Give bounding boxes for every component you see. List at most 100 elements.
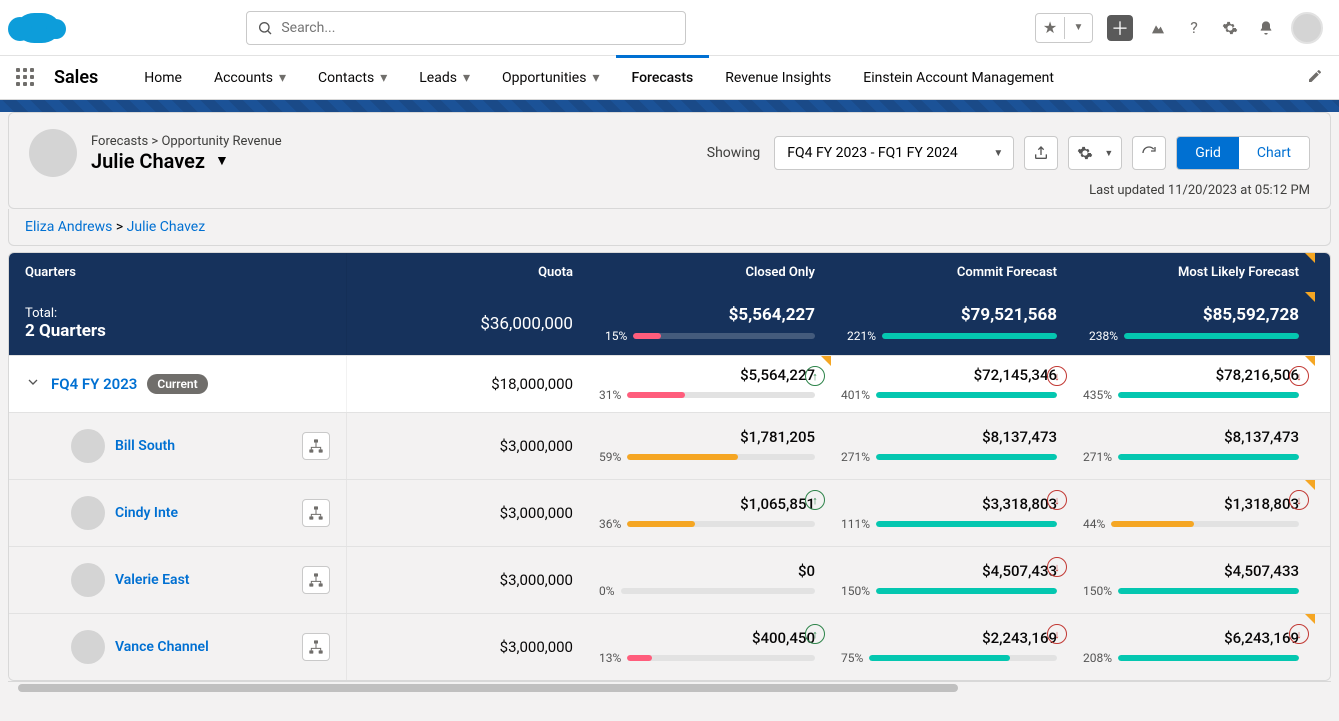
metric-pct: 111% (841, 517, 870, 531)
share-button[interactable] (1024, 136, 1058, 170)
trend-up-icon: ↑ (805, 366, 825, 386)
app-name: Sales (54, 67, 98, 88)
notch-icon (1305, 356, 1315, 366)
notch-icon (1305, 480, 1315, 490)
metric-value: $85,592,728 (1089, 305, 1299, 325)
metric-pct: 435% (1083, 388, 1112, 402)
progress-bar (621, 588, 815, 594)
hierarchy-breadcrumb: Eliza Andrews > Julie Chavez (8, 209, 1331, 246)
trend-down-icon: ↓ (1047, 557, 1067, 577)
metric-pct: 271% (841, 450, 870, 464)
metric-pct: 75% (841, 651, 863, 665)
metric-value: $400,450 (599, 629, 815, 647)
nav-tab-home[interactable]: Home (128, 56, 198, 99)
grid-chart-toggle: Grid Chart (1176, 136, 1310, 170)
metric-value: $4,507,433 (1083, 562, 1299, 580)
global-create-button[interactable]: ＋ (1107, 15, 1133, 41)
nav-tab-opportunities[interactable]: Opportunities▾ (486, 56, 616, 99)
grid-toggle[interactable]: Grid (1177, 137, 1239, 169)
last-updated: Last updated 11/20/2023 at 05:12 PM (29, 183, 1310, 198)
metric-pct: 221% (847, 329, 876, 343)
trailhead-icon[interactable] (1147, 17, 1169, 39)
nav-tab-label: Leads (419, 70, 457, 86)
person-name-link[interactable]: Valerie East (115, 572, 189, 588)
person-quota: $3,000,000 (357, 437, 573, 455)
app-launcher-icon[interactable] (16, 68, 36, 88)
org-chart-button[interactable] (302, 499, 330, 527)
person-name-link[interactable]: Bill South (115, 438, 175, 454)
trend-down-icon: ↓ (1047, 366, 1067, 386)
setup-gear-icon[interactable] (1219, 17, 1241, 39)
salesforce-logo (16, 13, 60, 43)
progress-fill (627, 655, 651, 661)
horizontal-scrollbar[interactable] (8, 681, 1331, 693)
nav-tab-revenue-insights[interactable]: Revenue Insights (709, 56, 847, 99)
search-input[interactable] (281, 20, 675, 36)
trend-up-icon: ↑ (805, 490, 825, 510)
refresh-button[interactable] (1132, 136, 1166, 170)
progress-bar (1118, 655, 1299, 661)
nav-tab-accounts[interactable]: Accounts ▾ (198, 56, 302, 99)
chart-toggle[interactable]: Chart (1239, 137, 1309, 169)
nav-tab-label: Accounts (214, 70, 273, 86)
progress-bar (627, 454, 815, 460)
progress-bar (876, 454, 1057, 460)
person-row[interactable]: Cindy Inte $3,000,000 $1,065,851 36% ↑ $… (9, 479, 1330, 546)
org-chart-button[interactable] (302, 566, 330, 594)
total-quota: $36,000,000 (363, 314, 573, 334)
favorites-menu[interactable]: ★ ▼ (1035, 13, 1093, 43)
person-quota: $3,000,000 (357, 504, 573, 522)
nav-tab-einstein-account-management[interactable]: Einstein Account Management (847, 56, 1070, 99)
record-avatar (29, 129, 77, 177)
nav-tab-contacts[interactable]: Contacts▾ (302, 56, 403, 99)
user-avatar[interactable] (1291, 12, 1323, 44)
person-name-link[interactable]: Cindy Inte (115, 505, 178, 521)
nav-tab-forecasts[interactable]: Forecasts (616, 55, 710, 98)
chevron-down-icon: ▾ (279, 70, 286, 86)
period-range-select[interactable]: FQ4 FY 2023 - FQ1 FY 2024 (774, 136, 1014, 170)
quarter-label[interactable]: FQ4 FY 2023 (51, 375, 137, 393)
notch-icon (1305, 614, 1315, 624)
crumb-parent[interactable]: Eliza Andrews (25, 219, 112, 235)
progress-fill (876, 521, 1057, 527)
org-chart-button[interactable] (302, 432, 330, 460)
edit-nav-icon[interactable] (1307, 68, 1323, 88)
org-chart-button[interactable] (302, 633, 330, 661)
expand-chevron-icon[interactable] (25, 374, 41, 394)
period-range-value: FQ4 FY 2023 - FQ1 FY 2024 (787, 145, 957, 161)
app-nav: Sales Home Accounts ▾ Contacts▾Leads▾Opport… (0, 56, 1339, 100)
nav-tab-label: Home (144, 70, 182, 86)
metric-pct: 208% (1083, 651, 1112, 665)
gear-icon (1077, 145, 1093, 161)
person-name-link[interactable]: Vance Channel (115, 639, 209, 655)
progress-fill (882, 333, 1057, 339)
current-badge: Current (147, 374, 207, 394)
notifications-bell-icon[interactable] (1255, 17, 1277, 39)
global-search[interactable] (246, 11, 686, 45)
metric-value: $6,243,169 (1083, 629, 1299, 647)
nav-tab-leads[interactable]: Leads▾ (403, 56, 486, 99)
metric-value: $5,564,227 (599, 366, 815, 384)
grid-total-row: Total: 2 Quarters $36,000,000 $5,564,227… (9, 292, 1330, 355)
metric-value: $8,137,473 (1083, 428, 1299, 446)
progress-fill (869, 655, 1010, 661)
metric-pct: 0% (599, 584, 615, 598)
scrollbar-thumb[interactable] (18, 684, 958, 692)
hierarchy-icon (308, 438, 324, 454)
metric-pct: 44% (1083, 517, 1105, 531)
title-chevron-icon[interactable]: ▼ (215, 152, 229, 169)
hierarchy-icon (308, 639, 324, 655)
help-icon[interactable]: ? (1183, 17, 1205, 39)
metric-pct: 271% (1083, 450, 1112, 464)
total-periods: 2 Quarters (25, 321, 330, 341)
settings-menu-button[interactable] (1068, 136, 1122, 170)
person-row[interactable]: Bill South $3,000,000 $1,781,205 59% $8,… (9, 412, 1330, 479)
crumb-current[interactable]: Julie Chavez (127, 219, 206, 235)
progress-bar (627, 655, 815, 661)
metric-value: $0 (599, 562, 815, 580)
quarter-row[interactable]: FQ4 FY 2023 Current $18,000,000 $5,564,2… (9, 355, 1330, 412)
refresh-icon (1141, 145, 1157, 161)
page-header: Forecasts > Opportunity Revenue Julie Ch… (8, 112, 1331, 209)
person-row[interactable]: Vance Channel $3,000,000 $400,450 13% ↑ … (9, 613, 1330, 680)
person-row[interactable]: Valerie East $3,000,000 $0 0% $4,507,433… (9, 546, 1330, 613)
